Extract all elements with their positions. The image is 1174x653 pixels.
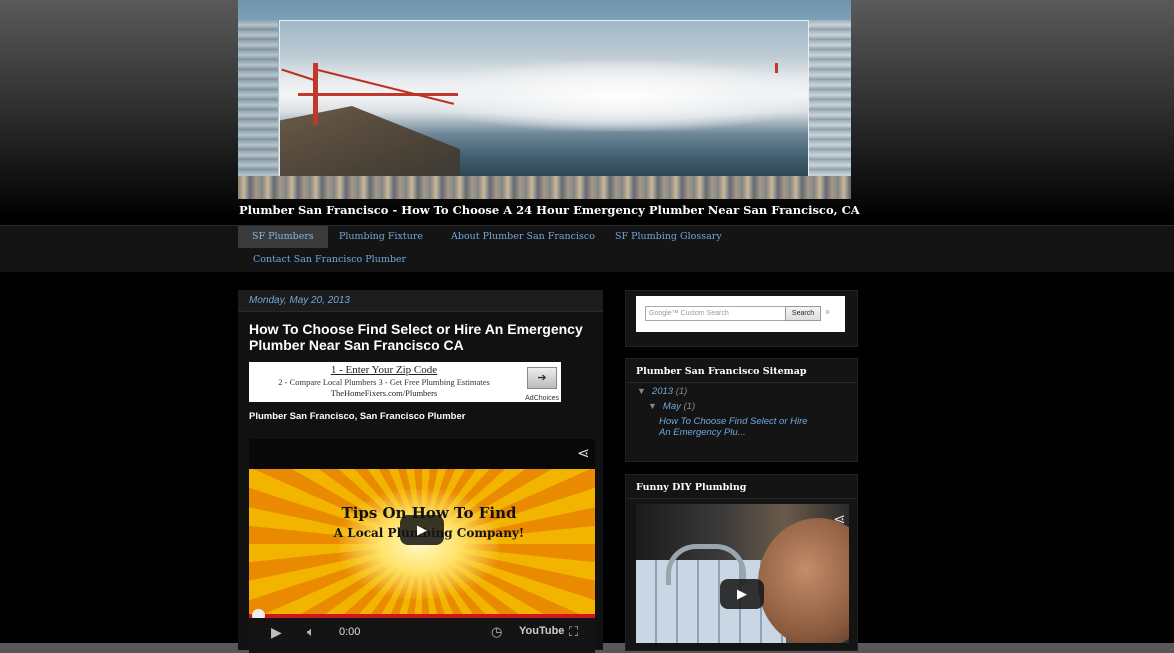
clock-icon[interactable]: ◷	[491, 624, 502, 640]
volume-icon[interactable]: 🔈︎	[307, 624, 315, 640]
video-thumbnail-character	[758, 518, 849, 643]
search-box: Google™ Custom Search Search ×	[636, 296, 845, 332]
header-image	[238, 0, 851, 199]
main-nav: SF Plumbers Plumbing Fixture About Plumb…	[0, 225, 1174, 272]
funny-title: Funny DIY Plumbing	[626, 475, 857, 499]
play-icon[interactable]: ▶	[720, 579, 764, 609]
archive-month-count: (1)	[683, 401, 696, 412]
video-time: 0:00	[339, 626, 361, 638]
video-controls: ▶ 🔈︎ 0:00 ◷ YouTube ⛶	[249, 618, 595, 653]
ad-line-1[interactable]: 1 - Enter Your Zip Code	[249, 364, 519, 376]
post-date: Monday, May 20, 2013	[238, 290, 603, 312]
bridge-cable	[281, 68, 315, 81]
blog-title[interactable]: Plumber San Francisco - How To Choose A …	[239, 203, 879, 217]
post-title[interactable]: How To Choose Find Select or Hire An Eme…	[249, 321, 589, 353]
youtube-logo[interactable]: YouTube	[519, 625, 564, 637]
search-input[interactable]: Google™ Custom Search	[645, 306, 786, 321]
archive-post-link[interactable]: How To Choose Find Select or Hire An Eme…	[659, 416, 819, 438]
archive-month[interactable]: ▼ May (1)	[648, 401, 695, 412]
play-small-icon[interactable]: ▶	[271, 624, 282, 641]
nav-item-plumbing-fixture[interactable]: Plumbing Fixture	[325, 226, 437, 248]
triangle-down-icon[interactable]: ▼	[637, 386, 646, 396]
ad-banner[interactable]: 1 - Enter Your Zip Code 2 - Compare Loca…	[249, 362, 561, 402]
video-top-bar	[249, 439, 595, 469]
funny-video-player[interactable]: ▶ ⋖	[636, 504, 849, 643]
main-post: Monday, May 20, 2013 How To Choose Find …	[238, 290, 603, 653]
nav-item-contact[interactable]: Contact San Francisco Plumber	[239, 249, 420, 271]
video-player[interactable]: Tips On How To Find A Local Plumbing Com…	[249, 439, 595, 653]
share-icon[interactable]: ⋖	[833, 510, 846, 528]
ad-line-3[interactable]: TheHomeFixers.com/Plumbers	[249, 388, 519, 398]
archive-year-count: (1)	[675, 386, 688, 397]
archive-year[interactable]: ▼ 2013 (1)	[637, 386, 687, 397]
nav-item-glossary[interactable]: SF Plumbing Glossary	[601, 226, 736, 248]
header-image-edge-right	[809, 20, 851, 177]
arrow-right-icon[interactable]: ➔	[527, 367, 557, 389]
header-image-edge-left	[238, 20, 278, 177]
sitemap-title: Plumber San Francisco Sitemap	[626, 359, 857, 383]
bridge-tower-mid	[298, 93, 458, 96]
search-button[interactable]: Search	[785, 306, 821, 321]
bridge-tower-right	[775, 63, 778, 73]
triangle-down-icon[interactable]: ▼	[648, 401, 657, 411]
nav-item-about[interactable]: About Plumber San Francisco	[437, 226, 609, 248]
close-icon[interactable]: ×	[825, 306, 830, 319]
fog	[430, 61, 810, 131]
share-icon[interactable]: ⋖	[577, 444, 590, 462]
nav-item-sf-plumbers[interactable]: SF Plumbers	[238, 226, 328, 248]
post-subtitle: Plumber San Francisco, San Francisco Plu…	[249, 411, 466, 422]
fullscreen-icon[interactable]: ⛶	[569, 624, 578, 640]
ad-line-2: 2 - Compare Local Plumbers 3 - Get Free …	[278, 377, 490, 387]
archive-month-label[interactable]: May	[663, 401, 681, 412]
archive-year-label[interactable]: 2013	[652, 386, 673, 397]
play-icon[interactable]: ▶	[400, 515, 444, 545]
header-photo-panel	[279, 20, 810, 179]
header-image-bottom-edge	[238, 176, 851, 199]
adchoices-label[interactable]: AdChoices	[525, 395, 559, 402]
sitemap-widget: Plumber San Francisco Sitemap ▼ 2013 (1) …	[625, 358, 858, 462]
